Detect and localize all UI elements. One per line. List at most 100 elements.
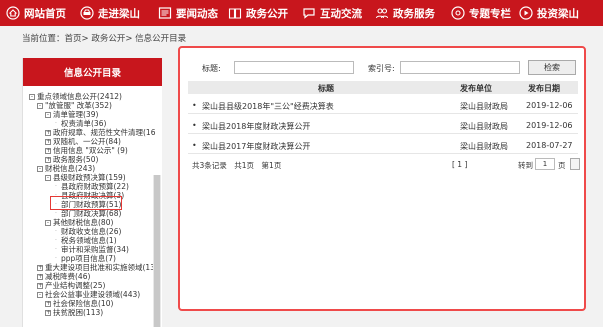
tree-node-label: 重大建设项目批准和实施领域(13 (45, 263, 155, 272)
nav-item-label: 政务服务 (393, 7, 435, 20)
nav-item-3[interactable]: 要闻动态 (158, 0, 218, 26)
tree-node[interactable]: + 双随机、一公开(84) (45, 137, 121, 146)
tree-node-label: 权责清单(36) (61, 119, 107, 128)
tree-node-label: 信用信息 "双公示" (9) (53, 146, 128, 155)
newspaper-icon (158, 6, 172, 20)
tree-node[interactable]: · 县政府财政预算(22) (53, 182, 129, 191)
col-date: 发布日期 (528, 84, 560, 93)
expand-toggle-icon[interactable]: - (29, 93, 35, 100)
nav-item-label: 要闻动态 (176, 7, 218, 20)
table-row: • 梁山县2018年度财政决算公开 梁山县财政局 2019-12-06 (188, 116, 578, 134)
row-date: 2018-07-27 (526, 141, 573, 150)
tree-node[interactable]: - 重点领域信息公开(2412) (29, 92, 122, 101)
nav-item-4[interactable]: 政务公开 (228, 0, 288, 26)
tree-node-label: 财政收支信息(26) (61, 227, 122, 236)
tree-node[interactable]: · 部门财政决算(68) (53, 209, 121, 218)
row-unit: 梁山县财政局 (460, 122, 508, 131)
leaf-dot-icon: · (55, 183, 57, 190)
leaf-dot-icon: · (55, 237, 57, 244)
search-button[interactable]: 检索 (528, 60, 576, 75)
nav-item-label: 投资梁山 (537, 7, 579, 20)
row-bullet: • (192, 141, 197, 150)
tree-node[interactable]: - 财税信息(243) (37, 164, 95, 173)
expand-toggle-icon[interactable]: + (45, 300, 51, 307)
expand-toggle-icon[interactable]: - (45, 111, 51, 118)
row-unit: 梁山县财政局 (460, 102, 508, 111)
tree-node[interactable]: · 税务领域信息(1) (53, 236, 117, 245)
nav-item-label: 专题专栏 (469, 7, 511, 20)
tree-node-label: 双随机、一公开(84) (53, 137, 121, 146)
pager-pages[interactable]: [ 1 ] (452, 160, 467, 169)
expand-toggle-icon[interactable]: - (45, 174, 51, 181)
tree-node[interactable]: + 扶贫脱困(113) (45, 308, 103, 317)
tree-node-label: 审计和采购监督(34) (61, 245, 129, 254)
nav-item-label: 走进梁山 (98, 7, 140, 20)
tree-node[interactable]: - 县级财政预决算(159) (45, 173, 126, 182)
tree-node[interactable]: · ppp项目信息(7) (53, 254, 116, 263)
tree-node[interactable]: - 其他财税信息(80) (45, 218, 113, 227)
search-row: 标题: 索引号: 检索 (188, 60, 578, 76)
tree-node[interactable]: + 产业结构调整(25) (37, 281, 105, 290)
expand-toggle-icon[interactable]: + (45, 309, 51, 316)
tree-node[interactable]: + 减税降费(46) (37, 272, 90, 281)
expand-toggle-icon[interactable]: + (37, 282, 43, 289)
tree-node-label: 部门财政决算(68) (61, 209, 122, 218)
people-icon (375, 6, 389, 20)
sidebar-scrollbar[interactable] (153, 175, 161, 327)
tree-node[interactable]: · 权责清单(36) (53, 119, 106, 128)
page-number-input[interactable]: 1 (535, 158, 555, 170)
expand-toggle-icon[interactable]: + (37, 273, 43, 280)
nav-item-8[interactable]: 投资梁山 (519, 0, 579, 26)
expand-toggle-icon[interactable]: + (45, 147, 51, 154)
index-input[interactable] (400, 61, 520, 74)
nav-item-7[interactable]: 专题专栏 (451, 0, 511, 26)
page-unit: 页 (558, 161, 566, 170)
col-title: 标题 (318, 84, 334, 93)
page-go-button[interactable] (570, 158, 580, 170)
tree-node-label: 扶贫脱困(113) (53, 308, 104, 317)
tree-node[interactable]: + 社会保险信息(10) (45, 299, 113, 308)
expand-toggle-icon[interactable]: - (37, 102, 43, 109)
nav-item-6[interactable]: 政务服务 (375, 0, 435, 26)
car-icon (80, 6, 94, 20)
tree-node[interactable]: · 财政收支信息(26) (53, 227, 121, 236)
tree-node-label: 政务服务(50) (53, 155, 99, 164)
play-icon (519, 6, 533, 20)
nav-item-label: 政务公开 (246, 7, 288, 20)
title-label: 标题: (202, 64, 221, 73)
tree-node[interactable]: - 清单管理(39) (45, 110, 98, 119)
tree-node[interactable]: - "放管服" 改革(352) (37, 101, 112, 110)
nav-item-2[interactable]: 走进梁山 (80, 0, 140, 26)
tree-node-label: 产业结构调整(25) (45, 281, 106, 290)
book-icon (228, 6, 242, 20)
row-title-link[interactable]: 梁山县2017年度财政决算公开 (202, 141, 310, 152)
gear-icon (451, 6, 465, 20)
expand-toggle-icon[interactable]: + (45, 138, 51, 145)
chat-icon (302, 6, 316, 20)
nav-item-1[interactable]: 网站首页 (6, 0, 66, 26)
expand-toggle-icon[interactable]: - (37, 165, 43, 172)
tree-node[interactable]: + 信用信息 "双公示" (9) (45, 146, 128, 155)
scrollbar-thumb[interactable] (154, 175, 160, 327)
expand-toggle-icon[interactable]: + (45, 156, 51, 163)
row-title-link[interactable]: 梁山县县级2018年"三公"经费决算表 (202, 101, 334, 112)
expand-toggle-icon[interactable]: - (37, 291, 43, 298)
expand-toggle-icon[interactable]: + (37, 264, 43, 271)
expand-toggle-icon[interactable]: - (45, 219, 51, 226)
nav-item-5[interactable]: 互动交流 (302, 0, 362, 26)
tree-node[interactable]: - 社会公益事业建设领域(443) (37, 290, 140, 299)
title-input[interactable] (234, 61, 354, 74)
tree-node[interactable]: + 重大建设项目批准和实施领域(13 (37, 263, 155, 272)
row-title-link[interactable]: 梁山县2018年度财政决算公开 (202, 121, 310, 132)
tree-node-label: 税务领域信息(1) (61, 236, 117, 245)
leaf-dot-icon: · (55, 255, 57, 262)
tree-node[interactable]: + 政府规章、规范性文件清理(16 (45, 128, 155, 137)
tree-node-label: "放管服" 改革(352) (45, 101, 112, 110)
row-bullet: • (192, 121, 197, 130)
row-date: 2019-12-06 (526, 121, 573, 130)
tree-node-label: 社会保险信息(10) (53, 299, 114, 308)
tree-node[interactable]: · 审计和采购监督(34) (53, 245, 129, 254)
expand-toggle-icon[interactable]: + (45, 129, 51, 136)
row-date: 2019-12-06 (526, 101, 573, 110)
tree-node[interactable]: + 政务服务(50) (45, 155, 98, 164)
